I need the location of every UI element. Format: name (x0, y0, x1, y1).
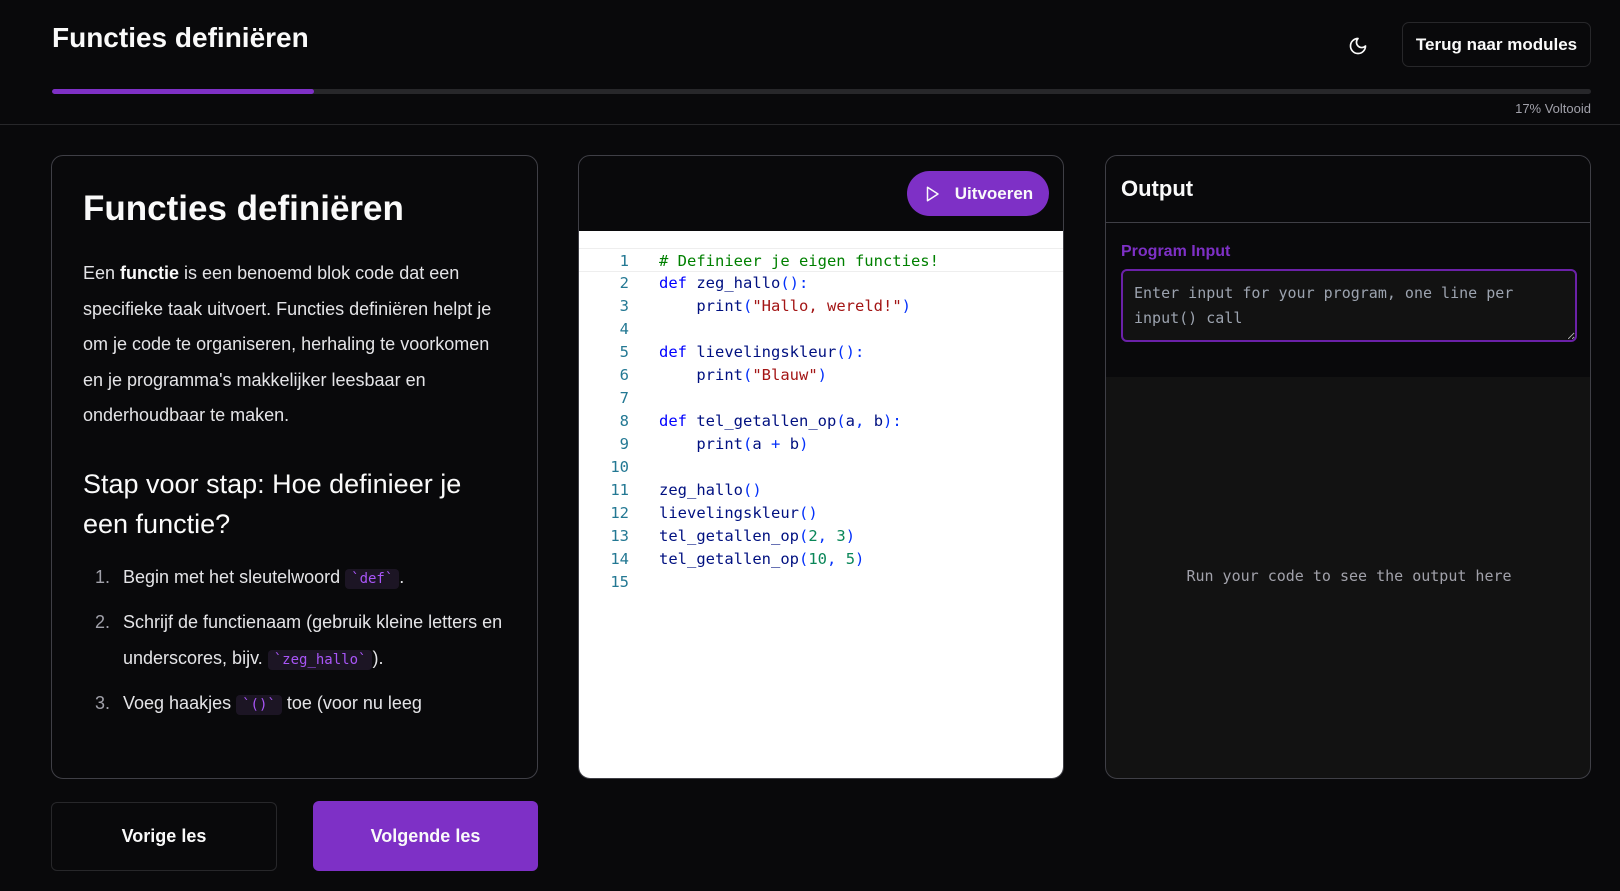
line-content: def zeg_hallo(): (659, 274, 809, 292)
output-placeholder: Run your code to see the output here (1186, 567, 1512, 585)
line-content: zeg_hallo() (659, 481, 762, 499)
theme-toggle-button[interactable] (1340, 28, 1376, 64)
code-line: 12 lievelingskleur() (579, 501, 1063, 525)
line-number: 14 (610, 550, 629, 568)
line-number: 9 (619, 435, 629, 453)
next-lesson-button[interactable]: Volgende les (313, 801, 538, 871)
run-label: Uitvoeren (954, 183, 1034, 203)
moon-icon (1349, 37, 1367, 55)
output-panel: Output Program Input Run your code to se… (1105, 155, 1591, 779)
step-text: Begin met het sleutelwoord `def`. (123, 560, 404, 598)
program-input-field[interactable] (1121, 269, 1577, 342)
line-number: 7 (619, 389, 629, 407)
step-number: 2. (95, 612, 111, 632)
play-icon (926, 186, 939, 201)
line-content: # Definieer je eigen functies! (659, 252, 939, 270)
step-text-after: toe (voor nu leeg (281, 693, 422, 713)
line-number: 4 (619, 320, 629, 338)
line-number: 11 (610, 481, 629, 499)
intro-bold-term: functie (120, 263, 180, 283)
line-content: lievelingskleur() (659, 504, 818, 522)
step-number: 3. (95, 693, 111, 713)
step-code: `def` (345, 568, 400, 589)
line-content: tel_getallen_op(2, 3) (659, 527, 856, 545)
line-content: tel_getallen_op(10, 5) (659, 550, 865, 568)
line-content: print("Hallo, wereld!") (696, 297, 911, 315)
code-line: 8 def tel_getallen_op(a, b): (579, 409, 1063, 433)
step-code: `zeg_hallo` (267, 649, 373, 670)
code-line: 13 tel_getallen_op(2, 3) (579, 524, 1063, 548)
line-number: 10 (610, 458, 629, 476)
step-number: 1. (95, 566, 111, 587)
code-editor[interactable]: 1 # Definieer je eigen functies! 2 def zeg_… (579, 231, 1063, 778)
program-input-section: Program Input (1106, 223, 1590, 377)
line-number: 1 (619, 252, 629, 270)
progress-fill (52, 89, 314, 94)
line-number: 12 (610, 504, 629, 522)
code-line: 4 (579, 317, 1063, 341)
step-item: 2. Schrijf de functienaam (gebruik klein… (83, 605, 505, 678)
code-line: 10 (579, 455, 1063, 479)
line-number: 6 (619, 366, 629, 384)
line-content: def tel_getallen_op(a, b): (659, 412, 902, 430)
steps-heading: Stap voor stap: Hoe definieer je een fun… (83, 468, 462, 539)
progress-bar (52, 89, 1591, 94)
code-line: 9 print(a + b) (579, 432, 1063, 456)
line-number: 5 (619, 343, 629, 361)
output-title: Output (1106, 156, 1590, 223)
step-text-before: Voeg haakjes (123, 693, 237, 713)
code-line: 3 print("Hallo, wereld!") (579, 294, 1063, 318)
code-editor-panel: Uitvoeren 1 # Definieer je eigen functies… (578, 155, 1064, 779)
step-item: 3. Voeg haakjes `()` toe (voor nu leeg (83, 686, 505, 724)
line-number: 2 (619, 274, 629, 292)
step-text-after: ). (372, 647, 384, 668)
step-item: 1. Begin met het sleutelwoord `def`. (83, 560, 505, 598)
line-content: def lievelingskleur(): (659, 343, 865, 361)
step-text-before: Begin met het sleutelwoord (123, 566, 346, 587)
page-title: Functies definiëren (52, 22, 309, 53)
back-to-modules-button[interactable]: Terug naar modules (1402, 22, 1591, 67)
progress-label: 17% Voltooid (1515, 101, 1591, 116)
lesson-intro: Een functie is een benoemd blok code dat… (83, 256, 505, 434)
line-content: print("Blauw") (696, 366, 828, 384)
line-number: 8 (619, 412, 629, 430)
lesson-panel: Functies definiëren Een functie is een b… (51, 155, 538, 779)
steps-list: 1. Begin met het sleutelwoord `def`. 2. … (83, 560, 505, 724)
code-line: 5 def lievelingskleur(): (579, 340, 1063, 364)
code-line: 15 (579, 570, 1063, 594)
code-line: 7 (579, 386, 1063, 410)
program-input-label: Program Input (1121, 243, 1231, 260)
code-line: 2 def zeg_hallo(): (579, 271, 1063, 295)
code-line: 1 # Definieer je eigen functies! (579, 248, 1063, 272)
lesson-title: Functies definiëren (83, 189, 404, 228)
step-text: Schrijf de functienaam (gebruik kleine l… (123, 605, 505, 678)
line-number: 13 (610, 527, 629, 545)
code-line: 6 print("Blauw") (579, 363, 1063, 387)
line-number: 15 (610, 573, 629, 591)
intro-prefix: Een (83, 263, 121, 283)
step-code: `()` (236, 695, 282, 715)
previous-lesson-button[interactable]: Vorige les (51, 802, 277, 871)
line-number: 3 (619, 297, 629, 315)
run-button[interactable]: Uitvoeren (907, 171, 1049, 216)
page-header: Functies definiëren Terug naar modules 1… (0, 0, 1620, 125)
code-line: 11 zeg_hallo() (579, 478, 1063, 502)
line-content: print(a + b) (696, 435, 809, 453)
step-text-after: . (399, 566, 405, 587)
step-text: Voeg haakjes `()` toe (voor nu leeg (123, 686, 422, 724)
code-line: 14 tel_getallen_op(10, 5) (579, 547, 1063, 571)
intro-suffix: is een benoemd blok code dat een specifi… (83, 263, 492, 425)
